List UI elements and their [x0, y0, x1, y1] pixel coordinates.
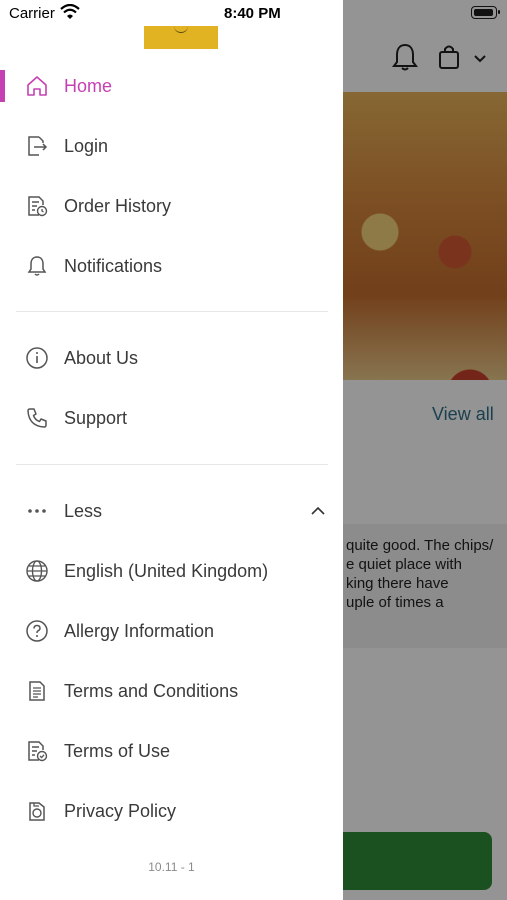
status-time: 8:40 PM: [224, 5, 281, 22]
carrier-label: Carrier: [9, 5, 55, 22]
menu-item-label: Allergy Information: [64, 620, 215, 641]
menu-item-terms-and-conditions[interactable]: Terms and Conditions: [0, 663, 343, 719]
chevron-up-icon: [311, 506, 325, 515]
menu-item-label: Privacy Policy: [64, 800, 177, 821]
menu-item-allergy-information[interactable]: Allergy Information: [0, 603, 343, 659]
app-version: 10.11 - 1: [148, 860, 195, 874]
document-icon: [24, 678, 50, 704]
menu-item-label: Less: [64, 500, 103, 521]
menu-item-label: Terms of Use: [64, 740, 171, 761]
phone-icon: [24, 405, 50, 431]
login-icon: [24, 133, 50, 159]
menu-item-label: Home: [64, 75, 113, 96]
battery-icon: [471, 6, 500, 19]
brand-logo: [144, 26, 218, 49]
menu-item-label: Login: [64, 135, 109, 156]
navigation-drawer: Home Login Order History Notifications A…: [0, 0, 343, 900]
more-dots-icon: [24, 498, 50, 524]
wifi-icon: [60, 4, 80, 19]
menu-item-less-toggle[interactable]: Less: [0, 483, 343, 539]
menu-item-label: Notifications: [64, 255, 163, 276]
question-icon: [24, 618, 50, 644]
menu-item-home[interactable]: Home: [0, 58, 343, 114]
globe-icon: [24, 558, 50, 584]
menu-divider: [16, 464, 328, 465]
document-check-icon: [24, 738, 50, 764]
menu-divider: [16, 311, 328, 312]
order-history-icon: [24, 193, 50, 219]
menu-item-about-us[interactable]: About Us: [0, 330, 343, 386]
status-bar: Carrier 8:40 PM: [0, 0, 507, 26]
menu-item-label: Order History: [64, 195, 172, 216]
menu-item-label: About Us: [64, 347, 139, 368]
home-icon: [24, 73, 50, 99]
menu-item-order-history[interactable]: Order History: [0, 178, 343, 234]
menu-item-privacy-policy[interactable]: Privacy Policy: [0, 783, 343, 839]
menu-item-login[interactable]: Login: [0, 118, 343, 174]
privacy-icon: [24, 798, 50, 824]
info-icon: [24, 345, 50, 371]
menu-item-support[interactable]: Support: [0, 390, 343, 446]
menu-item-language[interactable]: English (United Kingdom): [0, 543, 343, 599]
menu-item-notifications[interactable]: Notifications: [0, 238, 343, 294]
bell-icon: [24, 253, 50, 279]
menu-item-label: English (United Kingdom): [64, 560, 269, 581]
menu-item-label: Terms and Conditions: [64, 680, 239, 701]
menu-item-terms-of-use[interactable]: Terms of Use: [0, 723, 343, 779]
menu-item-label: Support: [64, 407, 128, 428]
